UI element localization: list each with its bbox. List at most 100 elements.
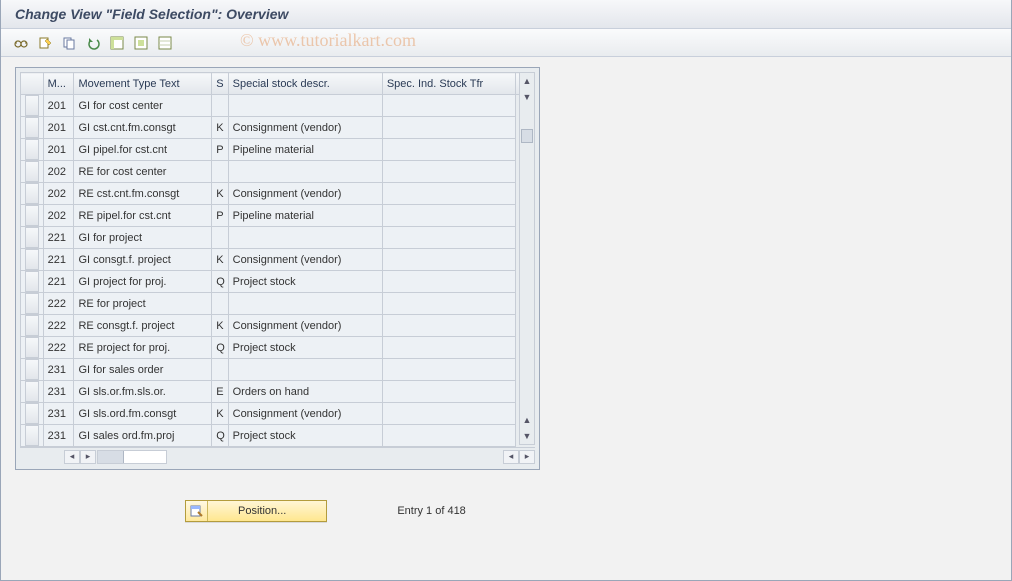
row-selector[interactable]: [21, 161, 44, 183]
hscroll-thumb[interactable]: [98, 451, 124, 463]
row-selector[interactable]: [21, 381, 44, 403]
position-button[interactable]: Position...: [185, 500, 327, 522]
cell-text[interactable]: RE pipel.for cst.cnt: [74, 205, 212, 227]
table-row[interactable]: 221GI project for proj.QProject stock: [21, 271, 535, 293]
cell-mt[interactable]: 221: [43, 271, 74, 293]
cell-text[interactable]: RE for cost center: [74, 161, 212, 183]
table-row[interactable]: 202RE pipel.for cst.cntPPipeline materia…: [21, 205, 535, 227]
row-selector[interactable]: [21, 359, 44, 381]
row-selector[interactable]: [21, 337, 44, 359]
cell-text[interactable]: GI cst.cnt.fm.consgt: [74, 117, 212, 139]
scroll-track[interactable]: [520, 105, 534, 412]
row-selector[interactable]: [21, 403, 44, 425]
cell-desc[interactable]: Project stock: [228, 425, 382, 447]
cell-tfr[interactable]: [382, 337, 516, 359]
cell-text[interactable]: RE consgt.f. project: [74, 315, 212, 337]
cell-tfr[interactable]: [382, 95, 516, 117]
cell-desc[interactable]: [228, 161, 382, 183]
cell-s[interactable]: K: [212, 315, 228, 337]
row-selector[interactable]: [21, 139, 44, 161]
cell-desc[interactable]: Project stock: [228, 271, 382, 293]
cell-text[interactable]: GI project for proj.: [74, 271, 212, 293]
cell-mt[interactable]: 202: [43, 205, 74, 227]
cell-mt[interactable]: 231: [43, 425, 74, 447]
cell-text[interactable]: GI for project: [74, 227, 212, 249]
cell-text[interactable]: GI consgt.f. project: [74, 249, 212, 271]
cell-s[interactable]: [212, 95, 228, 117]
cell-mt[interactable]: 221: [43, 249, 74, 271]
vertical-scrollbar[interactable]: ▲ ▼ ▲ ▼: [519, 72, 535, 445]
cell-desc[interactable]: [228, 359, 382, 381]
cell-mt[interactable]: 202: [43, 161, 74, 183]
cell-tfr[interactable]: [382, 293, 516, 315]
cell-desc[interactable]: Consignment (vendor): [228, 249, 382, 271]
scroll-up-button[interactable]: ▲: [520, 73, 534, 89]
cell-s[interactable]: [212, 161, 228, 183]
cell-mt[interactable]: 221: [43, 227, 74, 249]
cell-desc[interactable]: Consignment (vendor): [228, 183, 382, 205]
table-row[interactable]: 231GI sls.or.fm.sls.or.EOrders on hand: [21, 381, 535, 403]
cell-tfr[interactable]: [382, 139, 516, 161]
hscroll-left-button[interactable]: ▸: [80, 450, 96, 464]
scroll-up-bottom-button[interactable]: ▲: [520, 412, 534, 428]
table-row[interactable]: 222RE consgt.f. projectKConsignment (ven…: [21, 315, 535, 337]
cell-desc[interactable]: Project stock: [228, 337, 382, 359]
select-all-button[interactable]: [107, 33, 127, 53]
row-selector[interactable]: [21, 205, 44, 227]
cell-tfr[interactable]: [382, 381, 516, 403]
deselect-all-button[interactable]: [155, 33, 175, 53]
cell-tfr[interactable]: [382, 205, 516, 227]
col-row-selector[interactable]: [21, 73, 44, 95]
row-selector[interactable]: [21, 183, 44, 205]
hscroll-last-button[interactable]: ▸: [519, 450, 535, 464]
cell-s[interactable]: P: [212, 139, 228, 161]
cell-tfr[interactable]: [382, 425, 516, 447]
cell-tfr[interactable]: [382, 315, 516, 337]
row-selector[interactable]: [21, 271, 44, 293]
cell-mt[interactable]: 222: [43, 337, 74, 359]
hscroll-track[interactable]: [97, 450, 167, 464]
cell-s[interactable]: [212, 227, 228, 249]
cell-desc[interactable]: [228, 293, 382, 315]
row-selector[interactable]: [21, 293, 44, 315]
table-row[interactable]: 202RE for cost center: [21, 161, 535, 183]
cell-text[interactable]: GI sls.or.fm.sls.or.: [74, 381, 212, 403]
cell-mt[interactable]: 231: [43, 403, 74, 425]
cell-mt[interactable]: 231: [43, 359, 74, 381]
scroll-down-bottom-button[interactable]: ▼: [520, 428, 534, 444]
cell-s[interactable]: K: [212, 117, 228, 139]
cell-mt[interactable]: 201: [43, 117, 74, 139]
col-special-desc[interactable]: Special stock descr.: [228, 73, 382, 95]
cell-s[interactable]: Q: [212, 337, 228, 359]
table-row[interactable]: 231GI sales ord.fm.projQProject stock: [21, 425, 535, 447]
cell-tfr[interactable]: [382, 403, 516, 425]
cell-tfr[interactable]: [382, 271, 516, 293]
cell-text[interactable]: RE cst.cnt.fm.consgt: [74, 183, 212, 205]
cell-tfr[interactable]: [382, 161, 516, 183]
table-row[interactable]: 202RE cst.cnt.fm.consgtKConsignment (ven…: [21, 183, 535, 205]
cell-s[interactable]: K: [212, 183, 228, 205]
new-entries-button[interactable]: [35, 33, 55, 53]
table-row[interactable]: 231GI for sales order: [21, 359, 535, 381]
row-selector[interactable]: [21, 315, 44, 337]
col-special-stock[interactable]: S: [212, 73, 228, 95]
cell-text[interactable]: GI sls.ord.fm.consgt: [74, 403, 212, 425]
col-movement-text[interactable]: Movement Type Text: [74, 73, 212, 95]
cell-text[interactable]: GI for sales order: [74, 359, 212, 381]
hscroll-first-button[interactable]: ◂: [64, 450, 80, 464]
cell-tfr[interactable]: [382, 117, 516, 139]
cell-mt[interactable]: 201: [43, 95, 74, 117]
undo-button[interactable]: [83, 33, 103, 53]
cell-desc[interactable]: Consignment (vendor): [228, 117, 382, 139]
cell-mt[interactable]: 202: [43, 183, 74, 205]
table-row[interactable]: 231GI sls.ord.fm.consgtKConsignment (ven…: [21, 403, 535, 425]
cell-s[interactable]: Q: [212, 271, 228, 293]
row-selector[interactable]: [21, 95, 44, 117]
col-stock-tfr[interactable]: Spec. Ind. Stock Tfr: [382, 73, 516, 95]
cell-s[interactable]: Q: [212, 425, 228, 447]
cell-s[interactable]: P: [212, 205, 228, 227]
copy-as-button[interactable]: [59, 33, 79, 53]
cell-text[interactable]: GI for cost center: [74, 95, 212, 117]
row-selector[interactable]: [21, 425, 44, 447]
cell-tfr[interactable]: [382, 359, 516, 381]
